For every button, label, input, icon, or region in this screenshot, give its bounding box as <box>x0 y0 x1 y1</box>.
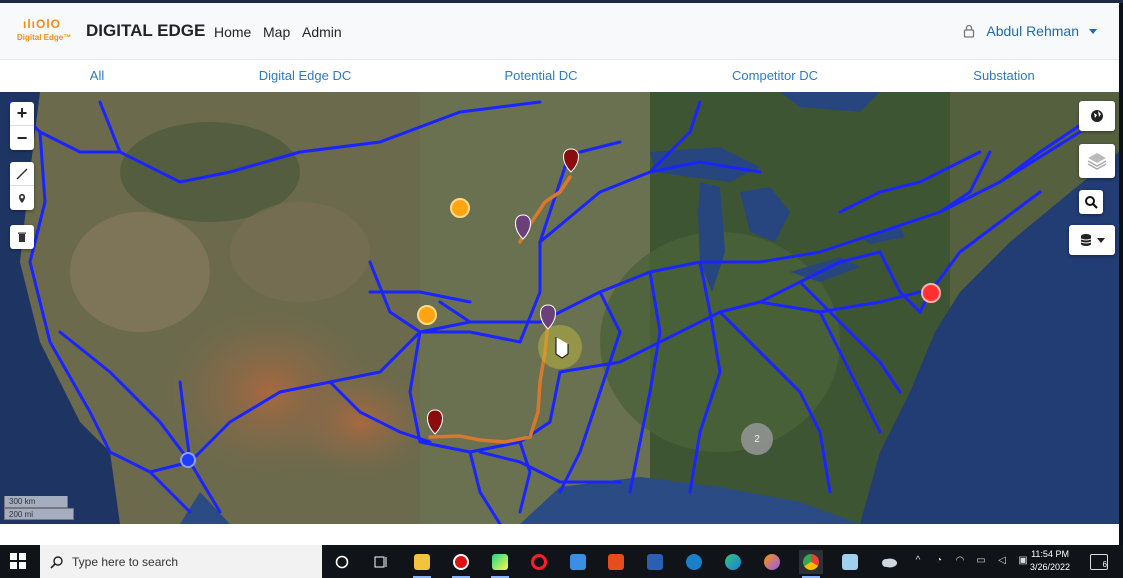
tab-substation[interactable]: Substation <box>973 68 1034 83</box>
draw-marker-button[interactable] <box>10 186 34 210</box>
map-search-button[interactable] <box>1079 190 1103 214</box>
user-menu[interactable]: Abdul Rehman <box>962 23 1097 39</box>
cortana-button[interactable] <box>330 550 354 574</box>
database-icon <box>1080 234 1091 246</box>
polyline-icon <box>16 167 28 180</box>
office-button[interactable] <box>604 550 628 574</box>
word-button[interactable] <box>643 550 667 574</box>
chrome-button[interactable] <box>799 550 823 578</box>
onedrive-button[interactable] <box>877 550 901 574</box>
logo-word: Digital Edge™ <box>17 33 72 42</box>
system-tray: ^ ◔ ◠ ▭ ◁ ▣ <box>912 553 1029 567</box>
taskbar-search[interactable]: Type here to search <box>40 545 322 578</box>
firefox-icon <box>764 554 780 570</box>
recorder-app-button[interactable] <box>449 550 473 578</box>
edge-button[interactable] <box>721 550 745 574</box>
scale-km: 300 km <box>4 496 68 508</box>
navbar: ılıOlO Digital Edge™ DIGITAL EDGE Home M… <box>0 3 1119 60</box>
pycharm-button[interactable] <box>488 550 512 578</box>
pycharm-icon <box>492 554 508 570</box>
taskbar-clock[interactable]: 11:54 PM 3/26/2022 <box>1030 548 1070 574</box>
windows-start-icon[interactable] <box>10 553 26 569</box>
edge-icon <box>725 554 741 570</box>
trash-icon <box>18 232 26 242</box>
scale-bar: 300 km 200 mi <box>4 496 74 520</box>
map-canvas[interactable]: + − 2 300 km 200 mi <box>0 92 1119 524</box>
taskbar-search-placeholder: Type here to search <box>72 554 179 569</box>
tab-competitor-dc[interactable]: Competitor DC <box>732 68 818 83</box>
layers-button[interactable] <box>1079 144 1115 178</box>
word-icon <box>647 554 663 570</box>
delete-toolbar <box>10 225 34 249</box>
opera-icon <box>531 554 547 570</box>
marker-cluster[interactable]: 2 <box>741 423 773 455</box>
marker-substation-east[interactable] <box>921 283 941 303</box>
marker-substation-west[interactable] <box>180 452 196 468</box>
chevron-down-icon <box>1089 28 1097 34</box>
window-top-border <box>0 0 1123 3</box>
file-explorer-button[interactable] <box>410 550 434 578</box>
app-button[interactable] <box>566 550 590 574</box>
delete-button[interactable] <box>10 225 34 249</box>
layers-icon <box>1087 153 1107 170</box>
map-pin-icon <box>19 194 25 203</box>
search-icon <box>1085 196 1098 209</box>
chevron-up-icon[interactable]: ^ <box>912 553 924 567</box>
clock-date: 3/26/2022 <box>1030 562 1071 572</box>
chrome-icon <box>803 554 819 570</box>
page-footer-space <box>0 524 1119 545</box>
zoom-in-button[interactable]: + <box>10 102 34 126</box>
laptop-icon <box>570 554 586 570</box>
notepad-button[interactable] <box>838 550 862 574</box>
search-icon <box>50 555 63 569</box>
zoom-control: + − <box>10 102 34 150</box>
cortana-icon <box>335 555 349 569</box>
magnifier-icon <box>686 554 702 570</box>
logo[interactable]: ılıOlO Digital Edge™ <box>14 13 72 49</box>
app-window: ılıOlO Digital Edge™ DIGITAL EDGE Home M… <box>0 0 1119 545</box>
filter-tabs: All Digital Edge DC Potential DC Competi… <box>0 60 1119 91</box>
folder-icon <box>414 554 430 570</box>
draw-toolbar <box>10 162 34 210</box>
satellite-basemap <box>0 92 1119 524</box>
notification-center-button[interactable]: 6 <box>1090 554 1108 570</box>
task-view-button[interactable] <box>369 550 393 574</box>
notepad-icon <box>842 554 858 570</box>
nav-map[interactable]: Map <box>263 24 290 40</box>
globe-icon <box>1091 110 1103 122</box>
tab-digital-edge-dc[interactable]: Digital Edge DC <box>259 68 352 83</box>
office-icon <box>608 554 624 570</box>
monitor-icon[interactable]: ▣ <box>1017 553 1029 567</box>
tab-all[interactable]: All <box>90 68 104 83</box>
user-name: Abdul Rehman <box>986 23 1079 39</box>
tab-potential-dc[interactable]: Potential DC <box>505 68 578 83</box>
volume-icon[interactable]: ◁ <box>996 553 1008 567</box>
nav-admin[interactable]: Admin <box>302 24 342 40</box>
lock-icon <box>964 24 975 38</box>
clock-time: 11:54 PM <box>1031 549 1069 559</box>
record-icon <box>453 554 469 570</box>
zoom-out-button[interactable]: − <box>10 126 34 150</box>
chevron-down-icon <box>1096 237 1105 243</box>
brand-title[interactable]: DIGITAL EDGE <box>86 21 205 41</box>
draw-line-button[interactable] <box>10 162 34 186</box>
windows-taskbar: Type here to search ^ ◔ ◠ ▭ ◁ ▣ 11:54 PM… <box>0 545 1123 578</box>
magnifier-button[interactable] <box>682 550 706 574</box>
battery-icon[interactable]: ▭ <box>975 553 987 567</box>
wifi-icon[interactable]: ◠ <box>954 553 966 567</box>
nav-home[interactable]: Home <box>214 24 251 40</box>
task-view-icon <box>374 556 387 568</box>
cloud-icon <box>882 558 897 568</box>
notification-count: 6 <box>1102 560 1107 569</box>
scale-mi: 200 mi <box>4 508 74 520</box>
opera-button[interactable] <box>527 550 551 574</box>
logo-mark: ılıOlO <box>23 17 62 31</box>
firefox-button[interactable] <box>760 550 784 574</box>
marker-competitor-dc-1[interactable] <box>450 198 470 218</box>
meet-now-icon[interactable]: ◔ <box>933 553 945 567</box>
basemap-globe-button[interactable] <box>1079 101 1115 131</box>
marker-competitor-dc-2[interactable] <box>417 305 437 325</box>
data-layers-dropdown[interactable] <box>1069 225 1115 255</box>
